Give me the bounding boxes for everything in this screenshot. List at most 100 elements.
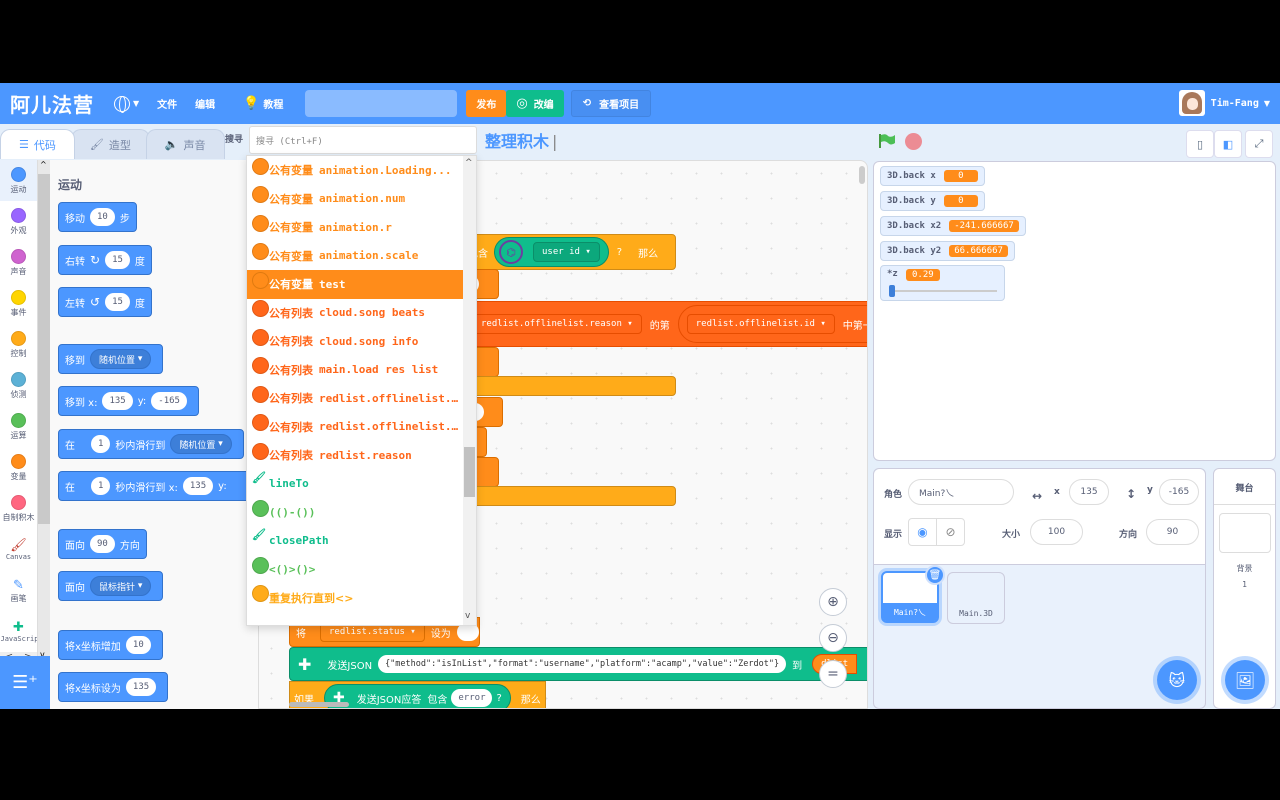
category-sensing[interactable]: 侦测 [0,365,37,406]
scroll-up-icon[interactable]: ^ [465,158,473,168]
fullscreen-button[interactable]: ⤢ [1245,130,1273,158]
item-index-reporter[interactable]: redlist.offlinelist.id ▾ 中第一个 [677,305,867,343]
id-list-dropdown[interactable]: redlist.offlinelist.id ▾ [686,314,835,334]
publish-button[interactable]: 发布 [466,90,507,117]
search-result-item[interactable]: (()-()) [247,498,463,527]
tab-costumes[interactable]: 🖌 造型 [70,129,150,159]
error-input[interactable]: error [451,689,493,707]
tab-sounds[interactable]: 🔈 声音 [145,129,225,159]
user-menu[interactable]: Tim-Fang ▼ [1178,90,1270,116]
scroll-down-icon[interactable]: v [465,611,470,621]
category-motion[interactable]: 运动 [0,160,37,201]
stage-thumbnail[interactable] [1218,513,1271,553]
x-input[interactable]: 135 [102,392,133,410]
block-set-x[interactable]: 将x坐标设为 135 [58,672,169,702]
green-flag-icon[interactable] [878,133,896,149]
category-my-blocks[interactable]: 自制积木 [0,488,37,529]
small-stage-button[interactable]: ▯ [1186,130,1214,158]
x-position-input[interactable]: 135 [1069,479,1109,505]
category-control[interactable]: 控制 [0,324,37,365]
add-sprite-button[interactable]: 🐱 [1157,660,1197,700]
delete-sprite-button[interactable]: 🗑 [925,565,945,585]
scroll-up-icon[interactable]: ^ [40,160,47,169]
set-x-input[interactable]: 135 [125,678,157,696]
add-backdrop-button[interactable]: 🖼 [1225,660,1265,700]
search-result-item[interactable]: 公有变量 test [247,270,463,299]
sprite-tile-selected[interactable]: Main?乀 🗑 [881,565,945,623]
project-title-input[interactable] [305,90,458,117]
seconds-input[interactable]: 1 [91,477,111,495]
item-of-list-block[interactable]: redlist.offlinelist.reason ▾ 的第 redlist.… [459,301,867,347]
y-input[interactable]: -165 [151,392,187,410]
block-glide-to[interactable]: 在 1 秒内滑行到 随机位置 ▾ [58,429,244,459]
block-search-input[interactable]: 搜寻 (Ctrl+F) [249,126,477,154]
y-position-input[interactable]: -165 [1159,479,1199,505]
category-sound[interactable]: 声音 [0,242,37,283]
search-result-item[interactable]: 重复执行直到<> [247,584,463,613]
search-result-item[interactable]: 公有变量 animation.scale [247,242,463,271]
seconds-input[interactable]: 1 [91,435,111,453]
file-menu[interactable]: 文件 [157,96,177,111]
workspace-scrollbar[interactable] [859,166,865,184]
block-point-towards[interactable]: 面向 鼠标指针 ▾ [58,571,164,601]
direction-input[interactable]: 90 [1146,519,1199,545]
search-result-item[interactable]: 公有变量 animation.Loading... [247,156,463,185]
change-x-input[interactable]: 10 [125,636,151,654]
workspace-h-scrollbar[interactable] [289,702,349,707]
block-turn-right[interactable]: 右转 ↻ 15 度 [58,245,152,275]
remix-button[interactable]: ◎ 改编 [506,90,564,117]
send-json-block[interactable]: ✚ 发送JSON {"method":"isInList","format":"… [289,647,867,681]
category-events[interactable]: 事件 [0,283,37,324]
category-pen[interactable]: ✎ 画笔 [0,570,37,611]
scrollbar-thumb[interactable] [38,174,50,524]
degrees-input[interactable]: 15 [105,293,130,311]
search-result-item[interactable]: <()>()> [247,555,463,584]
language-menu[interactable]: ▼ [114,95,139,113]
search-result-item[interactable]: 公有变量 animation.num [247,185,463,214]
search-result-item[interactable]: 公有变量 animation.r [247,213,463,242]
x-input[interactable]: 135 [182,477,214,495]
search-result-item[interactable]: 公有列表 cloud.song beats [247,299,463,328]
block-goto[interactable]: 移到 随机位置 ▾ [58,344,164,374]
zoom-in-button[interactable]: ⊕ [819,588,847,616]
monitor-slider-handle[interactable] [889,285,895,297]
search-result-item[interactable]: 🖌 closePath [247,527,463,556]
zoom-reset-button[interactable]: = [819,660,847,688]
goto-target-dropdown[interactable]: 随机位置 ▾ [90,349,152,369]
glide-target-dropdown[interactable]: 随机位置 ▾ [170,434,232,454]
block-change-x[interactable]: 将x坐标增加 10 [58,630,163,660]
add-extension-button[interactable]: ☰⁺ [0,656,50,709]
search-result-item[interactable]: 公有列表 redlist.reason [247,441,463,470]
category-scrollbar[interactable]: ^ v [38,160,50,709]
towards-target-dropdown[interactable]: 鼠标指针 ▾ [90,576,152,596]
json-payload-input[interactable]: {"method":"isInList","format":"username"… [378,655,787,673]
category-variables[interactable]: 变量 [0,447,37,488]
if-contains-block[interactable]: 包含 ⌬ user id ▾ ? 那么 [459,234,676,270]
normal-stage-button[interactable]: ◧ [1214,130,1242,158]
logo[interactable]: 阿儿法营 [10,89,102,118]
zoom-out-button[interactable]: ⊖ [819,624,847,652]
block-turn-left[interactable]: 左转 ↺ 15 度 [58,287,152,317]
degrees-input[interactable]: 15 [105,251,130,269]
hidden-eye-icon[interactable]: ⊘ [937,519,964,545]
reason-list-dropdown[interactable]: redlist.offlinelist.reason ▾ [472,314,642,334]
search-results-scrollbar[interactable] [463,156,476,625]
scrollbar-thumb[interactable] [464,447,475,497]
tutorial-menu[interactable]: 💡 教程 [243,96,283,111]
json-response-reporter[interactable]: ✚ 发送JSON应答 包含 error ? [324,684,511,708]
search-result-item[interactable]: 🖌 lineTo [247,470,463,499]
c-block-footer[interactable] [459,376,676,396]
block-point-direction[interactable]: 面向 90 方向 [58,529,147,559]
view-project-button[interactable]: ⟲ 查看项目 [570,90,652,117]
block-goto-xy[interactable]: 移到 x: 135 y: -165 [58,386,199,416]
sprite-tile[interactable]: Main.3D [947,572,1005,624]
search-result-item[interactable]: 公有列表 main.load res list [247,356,463,385]
category-operators[interactable]: 运算 [0,406,37,447]
tab-code[interactable]: ☰ 代码 [0,129,75,159]
c-block-footer[interactable] [459,486,676,506]
visible-eye-icon[interactable]: ◉ [909,519,937,545]
monitor-slider-track[interactable] [889,290,997,292]
search-result-item[interactable]: 公有列表 redlist.offlinelist... [247,384,463,413]
sprite-name-input[interactable]: Main?乀 [908,479,1014,505]
search-result-item[interactable]: 公有列表 redlist.offlinelist... [247,413,463,442]
